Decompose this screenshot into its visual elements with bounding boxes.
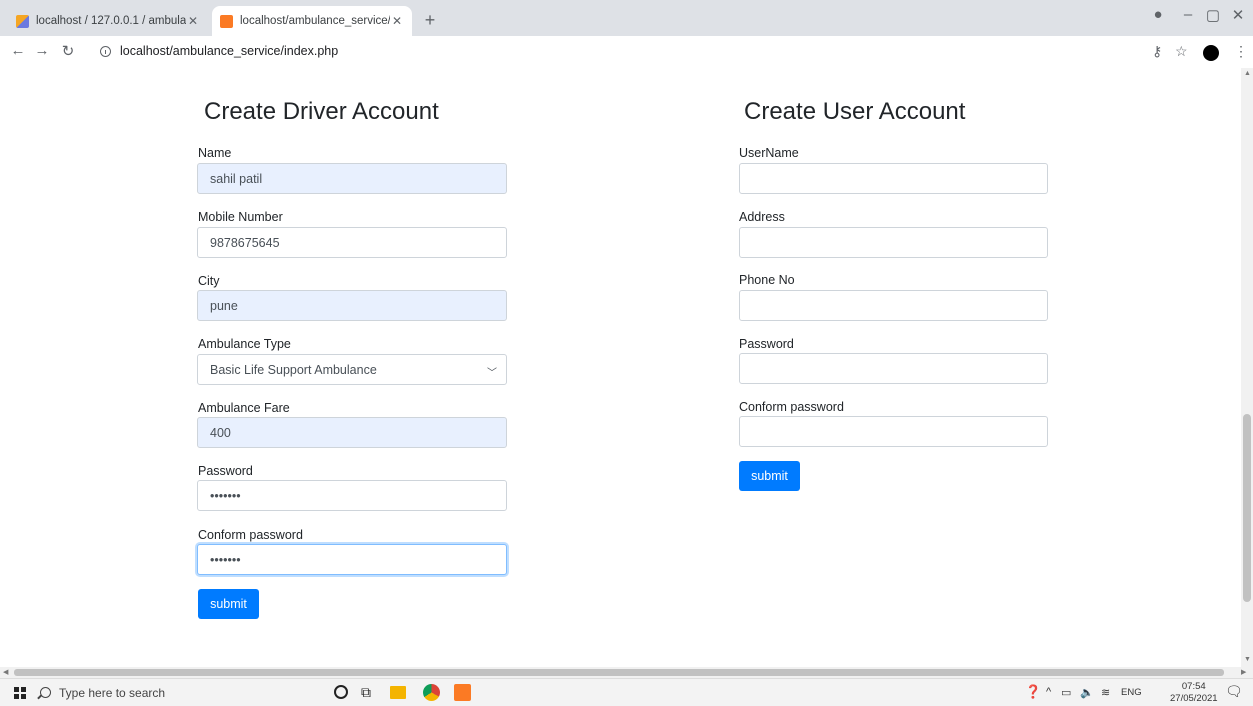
password-input[interactable]: ••••••• bbox=[197, 480, 507, 511]
forward-icon[interactable]: → bbox=[32, 42, 52, 59]
ambulance-fare-label: Ambulance Fare bbox=[198, 401, 290, 415]
minimize-icon[interactable]: – bbox=[1178, 6, 1198, 23]
address-input[interactable] bbox=[739, 227, 1048, 258]
chevron-up-icon[interactable]: ^ bbox=[1046, 686, 1051, 698]
new-tab-button[interactable]: + bbox=[420, 11, 440, 29]
back-icon[interactable]: ← bbox=[8, 42, 28, 59]
windows-start-icon[interactable] bbox=[14, 687, 26, 699]
city-input[interactable]: pune bbox=[197, 290, 507, 321]
mobile-input[interactable]: 9878675645 bbox=[197, 227, 507, 258]
wifi-icon[interactable]: ≋ bbox=[1101, 686, 1110, 699]
xampp-icon[interactable] bbox=[454, 684, 471, 701]
phpmyadmin-favicon-icon bbox=[16, 14, 29, 28]
profile-menu-icon[interactable]: ● bbox=[1148, 6, 1168, 23]
username-input[interactable] bbox=[739, 163, 1048, 194]
url-text: localhost/ambulance_service/index.php bbox=[120, 44, 339, 58]
reload-icon[interactable]: ↻ bbox=[58, 42, 78, 60]
name-label: Name bbox=[198, 146, 232, 160]
battery-icon[interactable]: ▭ bbox=[1061, 686, 1071, 699]
confirm-password-value: ••••••• bbox=[210, 552, 241, 567]
user-confirm-password-input[interactable] bbox=[739, 416, 1048, 447]
username-label: UserName bbox=[739, 146, 799, 160]
confirm-password-label: Conform password bbox=[198, 528, 303, 542]
ambulance-type-value: Basic Life Support Ambulance bbox=[210, 362, 377, 377]
url-field[interactable]: localhost/ambulance_service/index.php bbox=[100, 44, 338, 58]
vertical-scrollbar[interactable]: ▲ ▼ bbox=[1241, 68, 1253, 667]
avatar[interactable] bbox=[1203, 45, 1219, 61]
ambulance-fare-input[interactable]: 400 bbox=[197, 417, 507, 448]
xampp-favicon-icon bbox=[220, 14, 233, 28]
scroll-right-icon[interactable]: ▶ bbox=[1241, 668, 1246, 676]
phone-input[interactable] bbox=[739, 290, 1048, 321]
browser-tab-strip: localhost / 127.0.0.1 / ambulance ✕ loca… bbox=[0, 0, 1253, 36]
clock-time: 07:54 bbox=[1181, 681, 1206, 692]
mobile-label: Mobile Number bbox=[198, 210, 283, 224]
vertical-scroll-thumb[interactable] bbox=[1243, 414, 1251, 602]
tab-phpmyadmin[interactable]: localhost / 127.0.0.1 / ambulance ✕ bbox=[8, 6, 208, 36]
password-value: ••••••• bbox=[210, 488, 241, 503]
star-icon[interactable]: ☆ bbox=[1175, 43, 1188, 60]
ambulance-type-select[interactable]: Basic Life Support Ambulance ﹀ bbox=[197, 354, 507, 385]
task-view-icon[interactable]: ⧉ bbox=[361, 684, 379, 702]
user-confirm-password-label: Conform password bbox=[739, 400, 844, 414]
horizontal-scrollbar[interactable]: ◀ ▶ bbox=[0, 667, 1253, 678]
close-window-icon[interactable]: ✕ bbox=[1228, 6, 1248, 24]
taskbar-clock[interactable]: 07:54 27/05/2021 bbox=[1170, 681, 1218, 705]
user-form-title: Create User Account bbox=[744, 98, 966, 125]
phone-label: Phone No bbox=[739, 273, 795, 287]
driver-submit-button[interactable]: submit bbox=[198, 589, 259, 619]
scroll-down-icon[interactable]: ▼ bbox=[1244, 656, 1251, 663]
page-content: Create Driver Account Name sahil patil M… bbox=[0, 68, 1241, 667]
address-label: Address bbox=[739, 210, 785, 224]
key-icon[interactable]: ⚷ bbox=[1152, 43, 1162, 60]
taskbar-search-box[interactable]: Type here to search bbox=[40, 680, 310, 705]
info-icon[interactable] bbox=[100, 45, 111, 57]
maximize-icon[interactable]: ▢ bbox=[1203, 6, 1223, 24]
volume-icon[interactable]: 🔈 bbox=[1080, 686, 1094, 699]
file-explorer-icon[interactable] bbox=[390, 686, 406, 699]
chevron-down-icon: ﹀ bbox=[487, 368, 497, 379]
chrome-icon[interactable] bbox=[423, 684, 440, 701]
mobile-value: 9878675645 bbox=[210, 235, 280, 250]
taskbar: Type here to search ⧉ ❓ ^ ▭ 🔈 ≋ ENG 07:5… bbox=[0, 678, 1253, 706]
horizontal-scroll-thumb[interactable] bbox=[14, 669, 1224, 676]
language-indicator[interactable]: ENG bbox=[1121, 687, 1142, 698]
clock-date: 27/05/2021 bbox=[1170, 693, 1218, 704]
name-value: sahil patil bbox=[210, 171, 263, 186]
ambulance-fare-value: 400 bbox=[210, 425, 231, 440]
user-submit-button[interactable]: submit bbox=[739, 461, 800, 491]
address-bar: ← → ↻ localhost/ambulance_service/index.… bbox=[0, 36, 1253, 69]
help-icon[interactable]: ❓ bbox=[1025, 684, 1041, 700]
tab-close-icon[interactable]: ✕ bbox=[186, 14, 200, 28]
city-value: pune bbox=[210, 298, 238, 313]
city-label: City bbox=[198, 274, 220, 288]
confirm-password-input[interactable]: ••••••• bbox=[197, 544, 507, 575]
scroll-left-icon[interactable]: ◀ bbox=[3, 668, 8, 676]
password-label: Password bbox=[198, 464, 253, 478]
notifications-icon[interactable]: 🗨 bbox=[1225, 683, 1243, 700]
tab-ambulance-service[interactable]: localhost/ambulance_service/index.php ✕ bbox=[212, 6, 412, 36]
ambulance-type-label: Ambulance Type bbox=[198, 337, 291, 351]
menu-dots-icon[interactable]: ⋮ bbox=[1234, 43, 1248, 60]
name-input[interactable]: sahil patil bbox=[197, 163, 507, 194]
search-icon bbox=[40, 687, 51, 698]
cortana-icon[interactable] bbox=[334, 685, 348, 699]
scroll-up-icon[interactable]: ▲ bbox=[1244, 70, 1251, 77]
user-password-input[interactable] bbox=[739, 353, 1048, 384]
user-password-label: Password bbox=[739, 337, 794, 351]
tab-title: localhost / 127.0.0.1 / ambulance bbox=[36, 15, 186, 27]
tab-title: localhost/ambulance_service/index.php bbox=[240, 15, 390, 27]
search-placeholder: Type here to search bbox=[59, 685, 166, 700]
driver-form-title: Create Driver Account bbox=[204, 98, 439, 125]
tab-close-icon[interactable]: ✕ bbox=[390, 14, 404, 28]
